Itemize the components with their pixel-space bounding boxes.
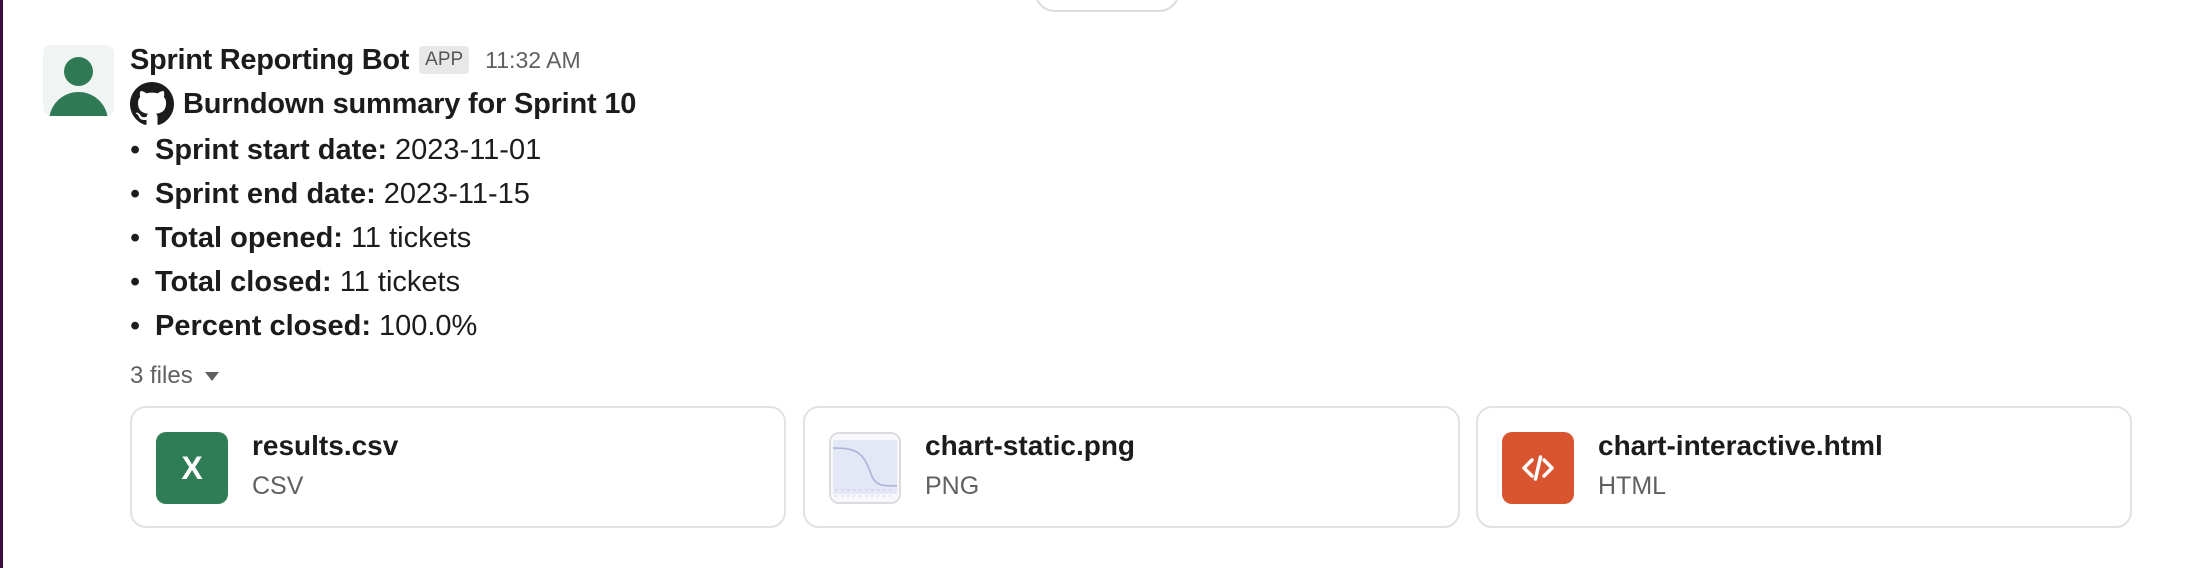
file-card-chart-interactive-html[interactable]: chart-interactive.html HTML (1476, 406, 2132, 528)
summary-line: Burndown summary for Sprint 10 (130, 82, 636, 126)
file-name: chart-interactive.html (1598, 430, 1883, 461)
bullet-item-start-date: • Sprint start date: 2023-11-01 (130, 128, 541, 172)
bullet-label: Total closed: (155, 265, 332, 298)
avatar-shoulders (49, 92, 108, 116)
files-count-label: 3 files (130, 362, 193, 389)
bullet-label: Sprint start date: (155, 133, 388, 166)
code-icon (1502, 432, 1574, 504)
bullet-dot: • (130, 265, 141, 298)
file-card-results-csv[interactable]: X results.csv CSV (130, 406, 786, 528)
excel-icon: X (156, 432, 228, 504)
file-name: results.csv (252, 430, 399, 461)
bullet-value: 11 tickets (350, 221, 472, 254)
bullet-value: 11 tickets (339, 265, 461, 298)
bullet-value: 100.0% (378, 309, 478, 342)
file-type: HTML (1598, 472, 1667, 500)
code-brackets-icon (1522, 455, 1554, 481)
bullet-item-end-date: • Sprint end date: 2023-11-15 (130, 172, 541, 216)
bullet-item-total-closed: • Total closed: 11 tickets (130, 260, 541, 304)
bullet-dot: • (130, 177, 141, 210)
message: Sprint Reporting Bot APP 11:32 AM Burndo… (0, 0, 2196, 568)
file-type: CSV (252, 472, 304, 500)
bullet-dot: • (130, 221, 141, 254)
files-collapse-toggle[interactable]: 3 files (130, 358, 219, 394)
caret-down-icon (204, 371, 219, 381)
summary-title: Burndown summary for Sprint 10 (183, 87, 637, 120)
file-type: PNG (925, 472, 980, 500)
bullet-value: 2023-11-15 (383, 177, 530, 210)
bullet-dot: • (130, 309, 141, 342)
message-header: Sprint Reporting Bot APP 11:32 AM (130, 40, 581, 80)
bullet-item-total-opened: • Total opened: 11 tickets (130, 216, 541, 260)
bullet-dot: • (130, 133, 141, 166)
summary-bullet-list: • Sprint start date: 2023-11-01 • Sprint… (130, 128, 541, 348)
sender-name[interactable]: Sprint Reporting Bot (130, 44, 409, 77)
bullet-label: Sprint end date: (155, 177, 376, 210)
message-timestamp[interactable]: 11:32 AM (485, 47, 580, 74)
file-name: chart-static.png (925, 430, 1136, 461)
bullet-label: Total opened: (155, 221, 343, 254)
image-thumbnail-icon (829, 432, 901, 504)
bullet-value: 2023-11-01 (395, 133, 542, 166)
bullet-item-percent-closed: • Percent closed: 100.0% (130, 304, 541, 348)
app-badge: APP (419, 46, 470, 74)
github-icon (130, 82, 174, 125)
chart-thumbnail-icon (831, 434, 899, 502)
avatar-head (64, 57, 93, 86)
avatar[interactable] (43, 45, 114, 116)
bullet-label: Percent closed: (155, 309, 371, 342)
file-card-chart-static-png[interactable]: chart-static.png PNG (803, 406, 1460, 528)
